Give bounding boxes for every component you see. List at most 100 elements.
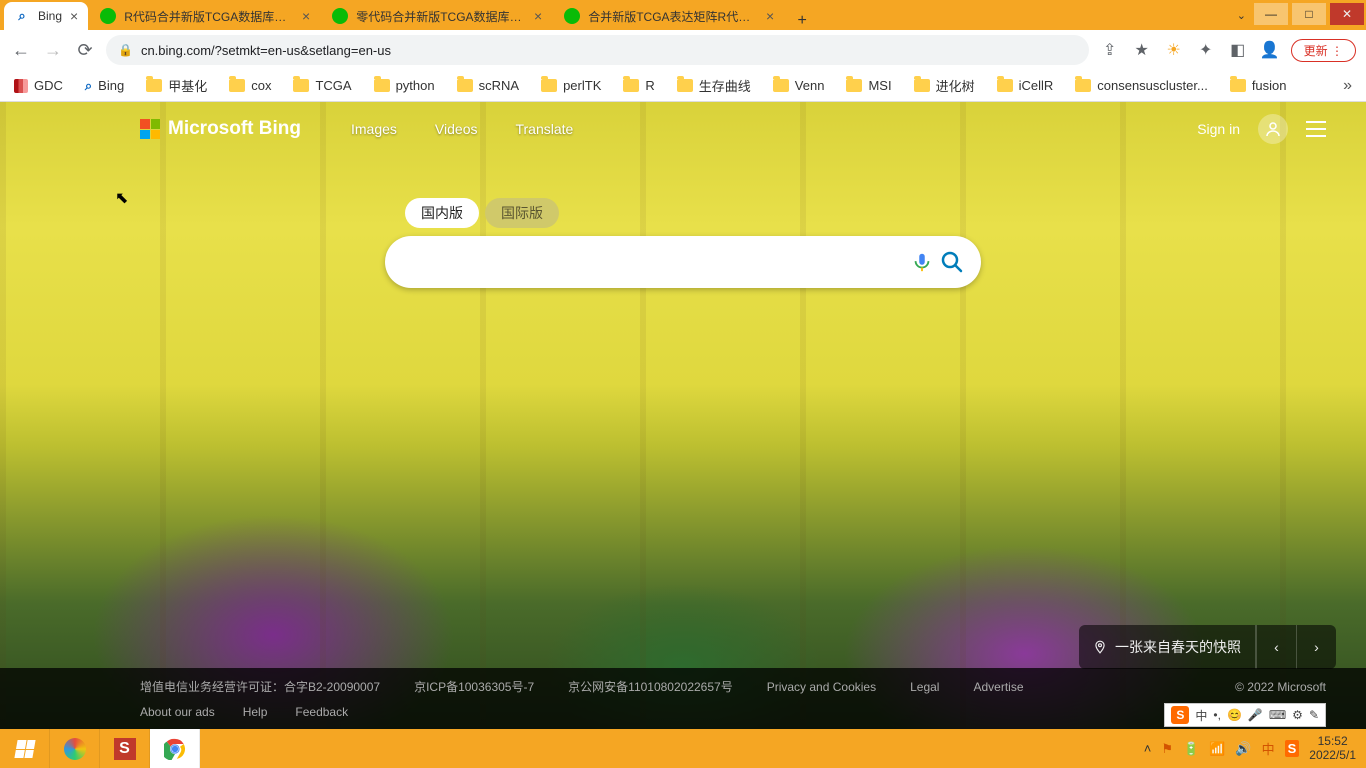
wechat-icon [564, 8, 580, 24]
profile-icon[interactable]: 👤 [1259, 40, 1281, 60]
close-icon[interactable]: × [534, 8, 542, 24]
pill-domestic[interactable]: 国内版 [405, 198, 479, 228]
start-button[interactable] [0, 729, 50, 768]
ime-settings-icon[interactable]: ⚙ [1292, 708, 1303, 722]
browser-tab-1[interactable]: R代码合并新版TCGA数据库RNA × [90, 2, 320, 30]
minimize-button[interactable]: — [1254, 3, 1288, 25]
bookmark-folder[interactable]: MSI [846, 78, 891, 93]
bookmarks-overflow-icon[interactable]: » [1343, 77, 1352, 95]
bookmark-folder[interactable]: perlTK [541, 78, 601, 93]
footer-link[interactable]: 京公网安备11010802022657号 [568, 678, 733, 695]
extensions-puzzle-icon[interactable]: ✦ [1195, 40, 1217, 60]
extension-icon[interactable]: ☀ [1163, 40, 1185, 60]
folder-icon [997, 79, 1013, 92]
back-button[interactable]: ← [10, 39, 32, 61]
folder-icon [914, 79, 930, 92]
taskbar-app-chrome[interactable] [150, 729, 200, 768]
nav-translate[interactable]: Translate [515, 121, 573, 137]
tray-ime-icon[interactable]: 中 [1262, 739, 1275, 758]
tab-strip: ⌕ Bing × R代码合并新版TCGA数据库RNA × 零代码合并新版TCGA… [0, 0, 1231, 30]
taskbar-clock[interactable]: 15:52 2022/5/1 [1309, 735, 1356, 761]
tray-flag-icon[interactable]: ⚑ [1161, 741, 1173, 757]
sogou-logo-icon: S [1171, 706, 1189, 724]
browser-tab-0[interactable]: ⌕ Bing × [4, 2, 88, 30]
footer-link[interactable]: Privacy and Cookies [767, 680, 876, 694]
tabs-dropdown-icon[interactable]: ⌄ [1231, 9, 1252, 22]
bookmark-bing[interactable]: ⌕Bing [85, 78, 124, 94]
bookmark-folder[interactable]: cox [229, 78, 271, 93]
footer-link[interactable]: 京ICP备10036305号-7 [414, 678, 534, 695]
search-input[interactable] [405, 253, 907, 271]
folder-icon [374, 79, 390, 92]
taskbar-app[interactable] [50, 729, 100, 768]
folder-icon [773, 79, 789, 92]
close-icon[interactable]: × [302, 8, 310, 24]
user-avatar-icon[interactable] [1258, 114, 1288, 144]
map-pin-icon [1093, 640, 1107, 654]
tab-title: Bing [38, 9, 62, 23]
ime-language[interactable]: 中 [1195, 707, 1207, 724]
microphone-icon[interactable] [907, 247, 937, 277]
tray-battery-icon[interactable]: 🔋 [1183, 741, 1199, 757]
tray-network-icon[interactable]: 📶 [1209, 741, 1225, 757]
bookmark-folder[interactable]: 甲基化 [146, 76, 207, 95]
folder-icon [293, 79, 309, 92]
ime-emoji-icon[interactable]: 😊 [1227, 708, 1242, 722]
nav-videos[interactable]: Videos [435, 121, 478, 137]
close-window-button[interactable]: ✕ [1330, 3, 1364, 25]
ime-tool-icon[interactable]: ✎ [1309, 708, 1319, 722]
bookmark-folder[interactable]: 生存曲线 [677, 76, 751, 95]
tray-sogou-icon[interactable]: S [1285, 740, 1300, 757]
bookmark-folder[interactable]: fusion [1230, 78, 1287, 93]
window-controls: — □ ✕ [1252, 0, 1366, 30]
window-titlebar: ⌕ Bing × R代码合并新版TCGA数据库RNA × 零代码合并新版TCGA… [0, 0, 1366, 30]
ime-mic-icon[interactable]: 🎤 [1248, 708, 1263, 722]
footer-link[interactable]: Advertise [973, 680, 1023, 694]
sign-in-link[interactable]: Sign in [1197, 121, 1240, 137]
bookmark-folder[interactable]: python [374, 78, 435, 93]
sogou-ime-bar[interactable]: S 中 •, 😊 🎤 ⌨ ⚙ ✎ [1164, 703, 1326, 727]
footer-link[interactable]: 增值电信业务经营许可证：合字B2-20090007 [140, 678, 380, 695]
footer-link[interactable]: Help [243, 705, 268, 719]
maximize-button[interactable]: □ [1292, 3, 1326, 25]
bookmark-folder[interactable]: R [623, 78, 654, 93]
bookmark-folder[interactable]: consensuscluster... [1075, 78, 1208, 93]
bookmark-star-icon[interactable]: ★ [1131, 40, 1153, 60]
address-bar[interactable]: 🔒 cn.bing.com/?setmkt=en-us&setlang=en-u… [106, 35, 1089, 65]
update-button[interactable]: 更新 ⋮ [1291, 39, 1356, 62]
search-submit-icon[interactable] [937, 247, 967, 277]
bookmark-folder[interactable]: 进化树 [914, 76, 975, 95]
close-icon[interactable]: × [70, 8, 78, 24]
pill-international[interactable]: 国际版 [485, 198, 559, 228]
nav-images[interactable]: Images [351, 121, 397, 137]
carousel-next-icon[interactable]: › [1296, 625, 1336, 669]
ime-keyboard-icon[interactable]: ⌨ [1269, 708, 1286, 722]
side-panel-icon[interactable]: ◧ [1227, 40, 1249, 60]
wechat-icon [100, 8, 116, 24]
reload-button[interactable]: ⟳ [74, 39, 96, 61]
bookmark-folder[interactable]: Venn [773, 78, 825, 93]
bookmark-folder[interactable]: scRNA [457, 78, 519, 93]
new-tab-button[interactable]: + [790, 12, 814, 30]
browser-tab-3[interactable]: 合并新版TCGA表达矩阵R代码系 × [554, 2, 784, 30]
share-icon[interactable]: ⇪ [1099, 40, 1121, 60]
bookmark-folder[interactable]: TCGA [293, 78, 351, 93]
footer-link[interactable]: About our ads [140, 705, 215, 719]
browser-tab-2[interactable]: 零代码合并新版TCGA数据库RNA × [322, 2, 552, 30]
windows-logo-icon [14, 740, 35, 758]
bookmark-gdc[interactable]: GDC [14, 78, 63, 93]
tray-volume-icon[interactable]: 🔊 [1235, 741, 1251, 757]
folder-icon [677, 79, 693, 92]
image-caption[interactable]: 一张来自春天的快照 [1079, 625, 1256, 669]
ime-punctuation[interactable]: •, [1213, 708, 1221, 722]
carousel-prev-icon[interactable]: ‹ [1256, 625, 1296, 669]
folder-icon [846, 79, 862, 92]
close-icon[interactable]: × [766, 8, 774, 24]
tray-chevron-up-icon[interactable]: ˄ [1144, 741, 1152, 756]
footer-link[interactable]: Feedback [295, 705, 348, 719]
bing-logo[interactable]: Microsoft Bing [140, 118, 301, 140]
hamburger-menu-icon[interactable] [1306, 121, 1326, 137]
taskbar-app-snagit[interactable]: S [100, 729, 150, 768]
footer-link[interactable]: Legal [910, 680, 939, 694]
bookmark-folder[interactable]: iCellR [997, 78, 1054, 93]
